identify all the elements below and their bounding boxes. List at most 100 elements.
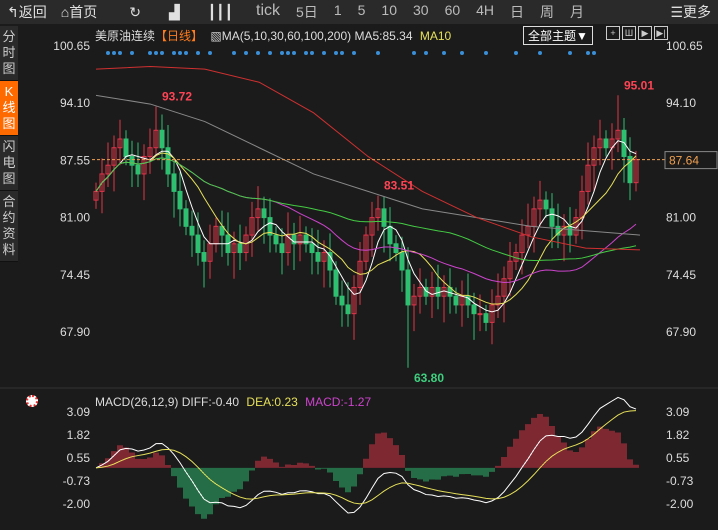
event-marker bbox=[256, 51, 260, 55]
candle-body bbox=[261, 208, 267, 219]
dea-line bbox=[95, 410, 637, 505]
event-marker bbox=[232, 51, 236, 55]
event-marker bbox=[172, 51, 176, 55]
macd-tick-left: -0.73 bbox=[63, 474, 91, 488]
event-marker bbox=[154, 51, 158, 55]
event-marker bbox=[586, 51, 590, 55]
candle-body bbox=[159, 129, 165, 149]
diff-value: DIFF:-0.40 bbox=[181, 395, 240, 409]
theme-dropdown[interactable]: 全部主题▼ bbox=[523, 26, 593, 45]
candle-body bbox=[345, 304, 351, 315]
candle-body bbox=[123, 138, 129, 157]
extreme-label: 95.01 bbox=[624, 78, 654, 92]
event-marker bbox=[118, 51, 122, 55]
candle-body bbox=[183, 208, 189, 227]
macd-tick-right: 0.55 bbox=[666, 451, 690, 465]
y-tick-left: 67.90 bbox=[60, 325, 90, 339]
candle-body bbox=[237, 243, 243, 254]
y-tick-left: 74.45 bbox=[60, 268, 90, 282]
macd-tick-right: -0.73 bbox=[666, 474, 694, 488]
settings-dot-icon[interactable] bbox=[26, 395, 38, 407]
ma-legend-icon: ▧ bbox=[210, 29, 222, 43]
event-marker bbox=[568, 51, 572, 55]
event-marker bbox=[208, 51, 212, 55]
event-marker bbox=[484, 51, 488, 55]
macd-tick-left: 0.55 bbox=[67, 451, 91, 465]
end-icon[interactable]: ▶| bbox=[654, 26, 668, 40]
ma10-label: MA10 bbox=[419, 29, 452, 43]
y-tick-left: 94.10 bbox=[60, 96, 90, 110]
candle-body bbox=[549, 208, 555, 227]
event-marker bbox=[352, 51, 356, 55]
event-marker bbox=[292, 51, 296, 55]
ma5-value: MA5:85.34 bbox=[354, 29, 413, 43]
candle-body bbox=[135, 164, 141, 175]
event-marker bbox=[244, 51, 248, 55]
y-tick-right: 81.00 bbox=[666, 211, 696, 225]
event-marker bbox=[460, 51, 464, 55]
candle-body bbox=[339, 295, 345, 306]
symbol-name: 美原油连续 bbox=[95, 29, 156, 43]
candle-body bbox=[381, 208, 387, 227]
candle-body bbox=[195, 234, 201, 254]
event-marker bbox=[130, 51, 134, 55]
event-marker bbox=[148, 51, 152, 55]
event-marker bbox=[334, 51, 338, 55]
candle-body bbox=[543, 199, 549, 210]
event-marker bbox=[310, 51, 314, 55]
y-tick-left: 87.55 bbox=[60, 153, 90, 167]
crosshair-icon[interactable]: + bbox=[606, 26, 620, 40]
event-marker bbox=[442, 51, 446, 55]
y-tick-left: 100.65 bbox=[53, 39, 90, 53]
candle-body bbox=[405, 269, 411, 306]
extreme-label: 63.80 bbox=[414, 371, 444, 385]
candle-body bbox=[201, 252, 207, 262]
event-marker bbox=[160, 51, 164, 55]
event-marker bbox=[280, 51, 284, 55]
event-marker bbox=[196, 51, 200, 55]
candle-body bbox=[471, 304, 477, 315]
y-tick-left: 81.00 bbox=[60, 211, 90, 225]
dea-value: DEA:0.23 bbox=[246, 395, 298, 409]
event-marker bbox=[304, 51, 308, 55]
y-tick-right: 74.45 bbox=[666, 268, 696, 282]
y-tick-right: 94.10 bbox=[666, 96, 696, 110]
candle-body bbox=[333, 269, 339, 297]
event-marker bbox=[112, 51, 116, 55]
macd-tick-right: 3.09 bbox=[666, 405, 690, 419]
candle-body bbox=[477, 313, 483, 316]
macd-tick-left: -2.00 bbox=[63, 497, 91, 511]
candle-body bbox=[177, 190, 183, 210]
candle-body bbox=[567, 225, 573, 236]
extreme-label: 83.51 bbox=[384, 179, 414, 193]
event-marker bbox=[286, 51, 290, 55]
event-marker bbox=[184, 51, 188, 55]
event-marker bbox=[268, 51, 272, 55]
event-marker bbox=[340, 51, 344, 55]
candle-body bbox=[273, 234, 279, 245]
play-icon[interactable]: ▶ bbox=[638, 26, 652, 40]
event-marker bbox=[514, 51, 518, 55]
candle-body bbox=[171, 173, 177, 192]
chart-header: 美原油连续【日线】 ▧MA(5,10,30,60,100,200) MA5:85… bbox=[95, 27, 451, 44]
ma-label: MA(5,10,30,60,100,200) bbox=[221, 29, 352, 43]
candle-body bbox=[309, 243, 315, 254]
event-marker bbox=[106, 51, 110, 55]
period-label: 【日线】 bbox=[155, 29, 204, 43]
macd-tick-right: 1.82 bbox=[666, 428, 690, 442]
macd-value: MACD:-1.27 bbox=[305, 395, 372, 409]
macd-tick-left: 3.09 bbox=[67, 405, 91, 419]
candle-body bbox=[189, 225, 195, 236]
event-marker bbox=[538, 51, 542, 55]
event-marker bbox=[376, 51, 380, 55]
kline-chart[interactable]: 100.65100.6594.1094.1087.5587.5581.0081.… bbox=[0, 0, 718, 530]
y-tick-right: 67.90 bbox=[666, 325, 696, 339]
zoom-in-icon[interactable]: Ш bbox=[622, 26, 636, 40]
candle-body bbox=[387, 225, 393, 245]
candle-body bbox=[483, 313, 489, 323]
event-marker bbox=[424, 51, 428, 55]
event-marker bbox=[412, 51, 416, 55]
macd-tick-right: -2.00 bbox=[666, 497, 694, 511]
y-tick-right: 100.65 bbox=[666, 39, 703, 53]
candle-body bbox=[315, 252, 321, 262]
